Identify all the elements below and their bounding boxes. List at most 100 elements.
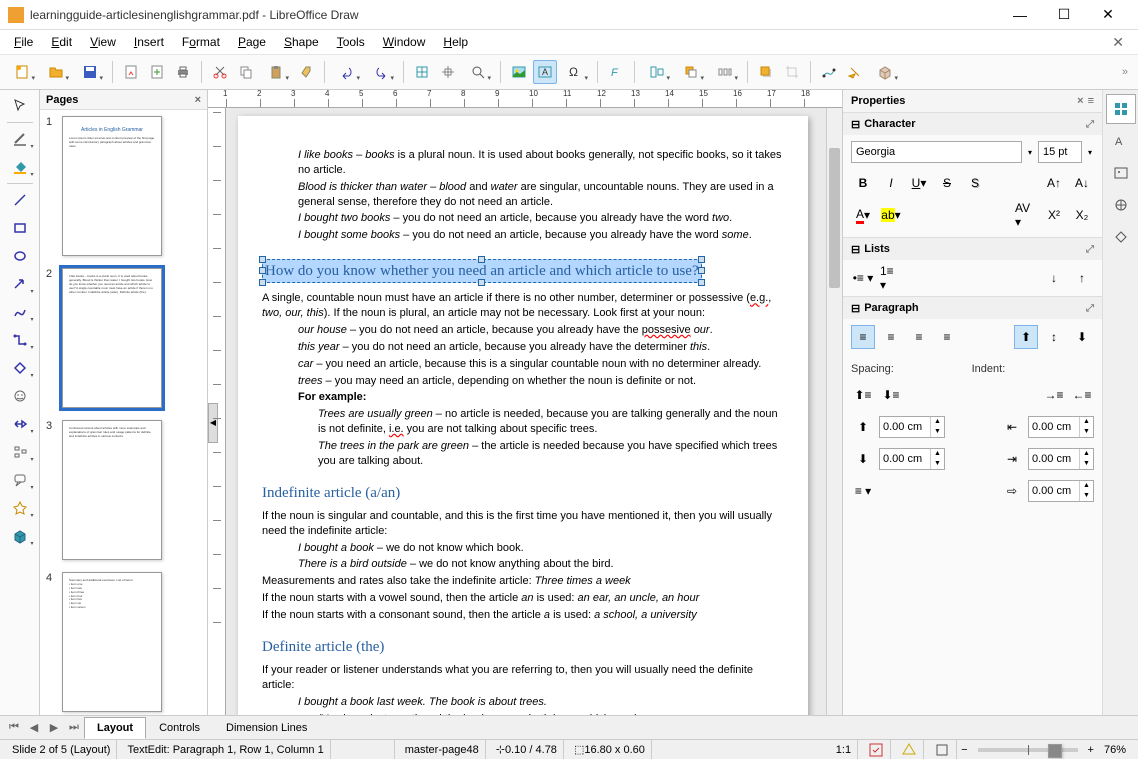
doc-text[interactable]: is used: (550, 609, 594, 621)
image-button[interactable] (507, 60, 531, 84)
tab-controls[interactable]: Controls (146, 717, 213, 739)
select-tool[interactable] (5, 94, 35, 118)
basicshape-tool[interactable] (5, 356, 35, 380)
grid-button[interactable] (410, 60, 434, 84)
char-spacing-button[interactable]: AV ▾ (1014, 203, 1038, 227)
doc-text[interactable]: Measurements and rates also take the ind… (262, 575, 535, 587)
font-size-input[interactable] (1038, 141, 1082, 163)
arrow-tool[interactable] (5, 272, 35, 296)
doc-text[interactable]: Blood is thicker than water – blood (298, 181, 466, 193)
doc-text[interactable]: If the noun is singular and countable, a… (262, 509, 784, 539)
arrange-button[interactable] (675, 60, 707, 84)
open-button[interactable] (40, 60, 72, 84)
shapes-tab[interactable] (1106, 222, 1136, 252)
number-list-button[interactable]: 1≡ ▾ (879, 266, 903, 290)
export-pdf-button[interactable] (119, 60, 143, 84)
tab-prev-button[interactable]: ◀ (24, 718, 44, 738)
styles-tab[interactable]: A (1106, 126, 1136, 156)
copy-button[interactable] (234, 60, 258, 84)
doc-text[interactable]: this year (298, 341, 340, 353)
move-down-button[interactable]: ↓ (1042, 266, 1066, 290)
export-button[interactable] (145, 60, 169, 84)
scrollbar-thumb[interactable] (829, 148, 840, 288)
zoom-button[interactable] (462, 60, 494, 84)
expand-icon[interactable]: ⤢ (1086, 244, 1094, 255)
doc-text[interactable]: – you do not need an article, because yo… (400, 229, 722, 241)
align-justify-button[interactable]: ≡ (935, 325, 959, 349)
doc-text[interactable]: an (521, 592, 533, 604)
fontwork-button[interactable]: F (604, 60, 628, 84)
menu-format[interactable]: Format (174, 32, 228, 52)
doc-text[interactable]: our house (298, 324, 347, 336)
doc-text[interactable]: – you need an article, because this is a… (313, 358, 761, 370)
page-thumb-3[interactable]: Continued content about articles with mo… (62, 420, 162, 560)
align-button[interactable] (641, 60, 673, 84)
tab-layout[interactable]: Layout (84, 717, 146, 739)
pages-list[interactable]: 1Articles in English GrammarLorem ipsum … (40, 110, 207, 715)
menu-help[interactable]: Help (435, 32, 476, 52)
doc-text[interactable]: . (710, 324, 713, 336)
font-color-button[interactable]: A ▾ (851, 203, 875, 227)
doc-text[interactable]: and (466, 181, 490, 193)
new-button[interactable] (6, 60, 38, 84)
special-char-button[interactable]: Ω (559, 60, 591, 84)
spacing-below-input[interactable]: ▲▼ (879, 448, 945, 470)
doc-text[interactable]: I bought a book (298, 542, 374, 554)
doc-text[interactable]: . (729, 212, 732, 224)
arrow-shape-tool[interactable] (5, 412, 35, 436)
save-button[interactable] (74, 60, 106, 84)
doc-text[interactable]: – we do not know which book. (374, 542, 524, 554)
doc-text[interactable]: A single, countable noun must have an ar… (262, 292, 750, 304)
bold-button[interactable]: B (851, 171, 875, 195)
toolbar-overflow[interactable]: » (1122, 66, 1132, 78)
rectangle-tool[interactable] (5, 216, 35, 240)
menu-tools[interactable]: Tools (329, 32, 373, 52)
doc-text[interactable]: (You have just mentioned the book, so yo… (262, 712, 784, 715)
document-close-button[interactable]: ✕ (1104, 34, 1132, 51)
character-section-header[interactable]: ⊟Character⤢ (843, 113, 1102, 135)
inc-spacing-button[interactable]: ⬆≡ (851, 383, 875, 407)
valign-bottom-button[interactable]: ⬇ (1070, 325, 1094, 349)
decrease-font-button[interactable]: A↓ (1070, 171, 1094, 195)
align-right-button[interactable]: ≡ (907, 325, 931, 349)
points-button[interactable] (817, 60, 841, 84)
doc-text[interactable]: car (298, 358, 313, 370)
3d-tool[interactable] (5, 524, 35, 548)
indent-first-input[interactable]: ▲▼ (1028, 480, 1094, 502)
indent-before-input[interactable]: ▲▼ (1028, 416, 1094, 438)
tab-dimension[interactable]: Dimension Lines (213, 717, 320, 739)
doc-text[interactable]: There is a bird outside (298, 558, 407, 570)
doc-text[interactable]: is used: (534, 592, 578, 604)
zoom-slider-thumb[interactable] (1048, 744, 1062, 758)
close-button[interactable]: ✕ (1086, 1, 1130, 29)
doc-text[interactable]: i.e. (389, 423, 404, 435)
tab-first-button[interactable]: ⏮ (4, 718, 24, 738)
horizontal-ruler[interactable]: 123456789101112131415161718 (208, 90, 842, 108)
italic-button[interactable]: I (879, 171, 903, 195)
doc-text[interactable]: . (749, 229, 752, 241)
doc-text[interactable]: a school, a university (594, 609, 697, 621)
minimize-button[interactable]: — (998, 1, 1042, 29)
distribute-button[interactable] (709, 60, 741, 84)
doc-text[interactable]: . (707, 341, 710, 353)
page-thumb-4[interactable]: Summary and additional exercises. List o… (62, 572, 162, 712)
valign-mid-button[interactable]: ↕ (1042, 325, 1066, 349)
zoom-in-button[interactable]: + (1088, 744, 1094, 756)
doc-text[interactable]: water (491, 181, 518, 193)
tab-next-button[interactable]: ▶ (44, 718, 64, 738)
page-thumb-2[interactable]: I like books – books is a plural noun. I… (62, 268, 162, 408)
line-tool[interactable] (5, 188, 35, 212)
navigator-tab[interactable] (1106, 190, 1136, 220)
doc-text[interactable]: trees (298, 375, 322, 387)
indent-after-input[interactable]: ▲▼ (1028, 448, 1094, 470)
callout-tool[interactable] (5, 468, 35, 492)
doc-text[interactable]: some (722, 229, 749, 241)
paper[interactable]: I like books – books is a plural noun. I… (238, 116, 808, 715)
spacing-above-input[interactable]: ▲▼ (879, 416, 945, 438)
doc-text[interactable]: – you do not need an article, because yo… (390, 212, 712, 224)
sidebar-close-icon[interactable]: × (1077, 95, 1083, 107)
status-fit-icon[interactable] (928, 740, 957, 759)
snap-button[interactable] (436, 60, 460, 84)
doc-text[interactable]: I like books – books (298, 149, 395, 161)
menu-file[interactable]: File (6, 32, 41, 52)
